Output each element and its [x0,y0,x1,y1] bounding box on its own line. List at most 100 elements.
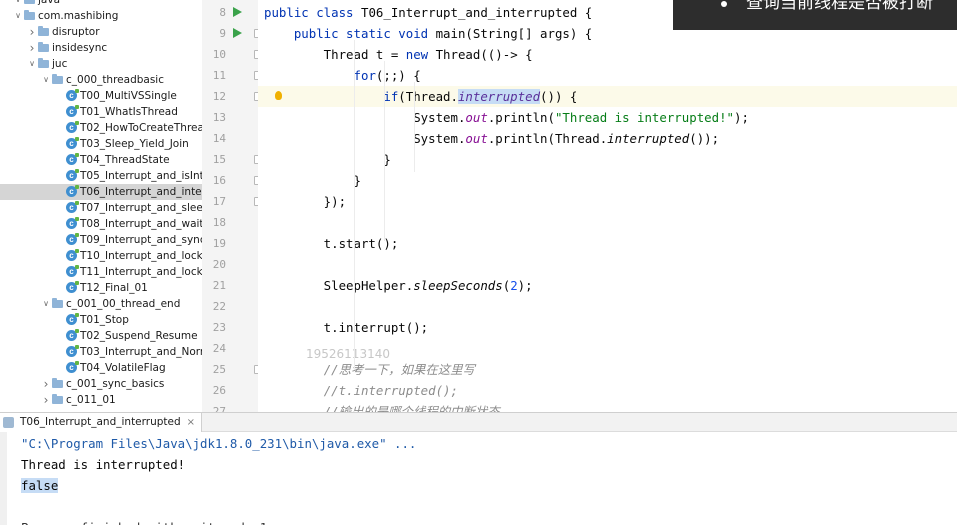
line-number: 26 [212,384,226,397]
code-line[interactable]: for(;;) { [258,65,957,86]
run-gutter-icon[interactable] [233,7,242,17]
code-editor[interactable]: //输出的是哪个线程的中断状态 //t.interrupted(); //思考一… [258,0,957,412]
code-line[interactable] [258,254,957,275]
project-tree[interactable]: ∨java∨com.mashibing›disruptor›insidesync… [0,0,202,412]
tree-item-class[interactable]: c T10_Interrupt_and_lock [0,248,202,264]
chevron-right-icon[interactable]: › [41,376,51,392]
chevron-down-icon[interactable]: ∨ [13,0,23,8]
line-number: 25 [212,363,226,376]
package-folder-icon [38,42,49,52]
code-token: //输出的是哪个线程的中断状态 [323,404,500,412]
java-class-icon: c [66,89,79,101]
console-side-strip [0,432,7,525]
code-token: public class [264,5,361,20]
chevron-right-icon[interactable]: › [27,40,37,56]
tree-item-class[interactable]: c T12_Final_01 [0,280,202,296]
gutter-row: 27 [202,401,258,412]
chevron-down-icon[interactable]: ∨ [27,56,37,72]
tree-item-class[interactable]: cT06_Interrupt_and_interrupted [0,184,202,200]
code-line[interactable]: //t.interrupted(); [258,380,957,401]
code-line[interactable]: } [258,170,957,191]
gutter-row: 20 [202,254,258,275]
line-number: 14 [212,132,226,145]
tree-item-label: T00_MultiVSSingle [80,90,177,102]
close-icon[interactable]: × [187,413,195,432]
code-token: public static void [293,26,436,41]
tree-item-class[interactable]: c T04_ThreadState [0,152,202,168]
code-line[interactable]: t.interrupt(); [258,317,957,338]
code-line[interactable]: }); [258,191,957,212]
code-token: out [465,131,488,146]
tree-item-class[interactable]: cT11_Interrupt_and_lockInterruptibly [0,264,202,280]
tree-item-class[interactable]: c T00_MultiVSSingle [0,88,202,104]
tree-item-class[interactable]: c T01_Stop [0,312,202,328]
tree-item-package[interactable]: › c_001_sync_basics [0,376,202,392]
gutter-row: 11 [202,65,258,86]
tree-item-package[interactable]: ∨ c_001_00_thread_end [0,296,202,312]
tree-item-class[interactable]: cT03_Interrupt_and_NormalThread [0,344,202,360]
gutter-row: 21 [202,275,258,296]
code-line[interactable]: SleepHelper.sleepSeconds(2); [258,275,957,296]
indent-guide [384,61,385,241]
code-line[interactable] [258,296,957,317]
run-tab-label: T06_Interrupt_and_interrupted [20,416,181,428]
gutter-row: 13 [202,107,258,128]
tree-item-package[interactable]: ∨ juc [0,56,202,72]
code-line[interactable]: System.out.println(Thread.interrupted())… [258,128,957,149]
tree-item-package[interactable]: › insidesync [0,40,202,56]
tree-item-class[interactable]: c T09_Interrupt_and_sync [0,232,202,248]
run-tab[interactable]: T06_Interrupt_and_interrupted × [0,413,203,432]
chevron-right-icon[interactable]: › [27,24,37,40]
line-number: 24 [212,342,226,355]
code-line[interactable]: t.start(); [258,233,957,254]
tree-item-package[interactable]: ∨ java [0,0,202,8]
tree-item-class[interactable]: c T08_Interrupt_and_wait [0,216,202,232]
code-token: out [465,110,488,125]
chevron-down-icon[interactable]: ∨ [13,8,23,24]
line-number: 13 [212,111,226,124]
tree-item-package[interactable]: ∨ c_000_threadbasic [0,72,202,88]
package-folder-icon [38,26,49,36]
line-number: 8 [219,6,226,19]
code-line[interactable] [258,212,957,233]
chevron-right-icon[interactable]: › [41,392,51,408]
tree-item-class[interactable]: c T07_Interrupt_and_sleep [0,200,202,216]
tree-item-class[interactable]: c T02_Suspend_Resume [0,328,202,344]
tree-item-class[interactable]: c T04_VolatileFlag [0,360,202,376]
code-line[interactable]: //思考一下，如果在这里写 [258,359,957,380]
lightbulb-icon[interactable] [275,91,282,100]
code-line[interactable]: //输出的是哪个线程的中断状态 [258,401,957,412]
code-line[interactable]: Thread t = new Thread(()-> { [258,44,957,65]
tree-item-class[interactable]: c T01_WhatIsThread [0,104,202,120]
code-token: (;;) { [375,68,421,83]
code-line[interactable]: } [258,149,957,170]
code-token: 2 [510,278,518,293]
tree-item-class[interactable]: cT05_Interrupt_and_isInterrupted [0,168,202,184]
package-folder-icon [52,74,63,84]
code-line[interactable]: if(Thread.interrupted()) { [258,86,957,107]
run-gutter-icon[interactable] [233,28,242,38]
java-class-icon: c [66,185,79,197]
tree-item-class[interactable]: c T02_HowToCreateThread [0,120,202,136]
code-token: .println(Thread. [487,131,608,146]
tree-item-package[interactable]: › c_011_01 [0,392,202,408]
tree-item-package[interactable]: ∨ com.mashibing [0,8,202,24]
java-class-icon: c [66,233,79,245]
run-console[interactable]: "C:\Program Files\Java\jdk1.8.0_231\bin\… [0,432,957,525]
package-folder-icon [52,378,63,388]
console-exit-line: Process finished with exit code 1 [21,517,267,525]
code-token: ); [734,110,749,125]
code-token: interrupted [607,131,690,146]
java-class-icon: c [66,217,79,229]
gutter-row: 8 [202,2,258,23]
gutter-row: 15 [202,149,258,170]
chevron-down-icon[interactable]: ∨ [41,72,51,88]
code-line[interactable]: System.out.println("Thread is interrupte… [258,107,957,128]
line-number: 20 [212,258,226,271]
tree-item-package[interactable]: › disruptor [0,24,202,40]
chevron-down-icon[interactable]: ∨ [41,296,51,312]
package-folder-icon [24,10,35,20]
tree-item-class[interactable]: c T03_Sleep_Yield_Join [0,136,202,152]
